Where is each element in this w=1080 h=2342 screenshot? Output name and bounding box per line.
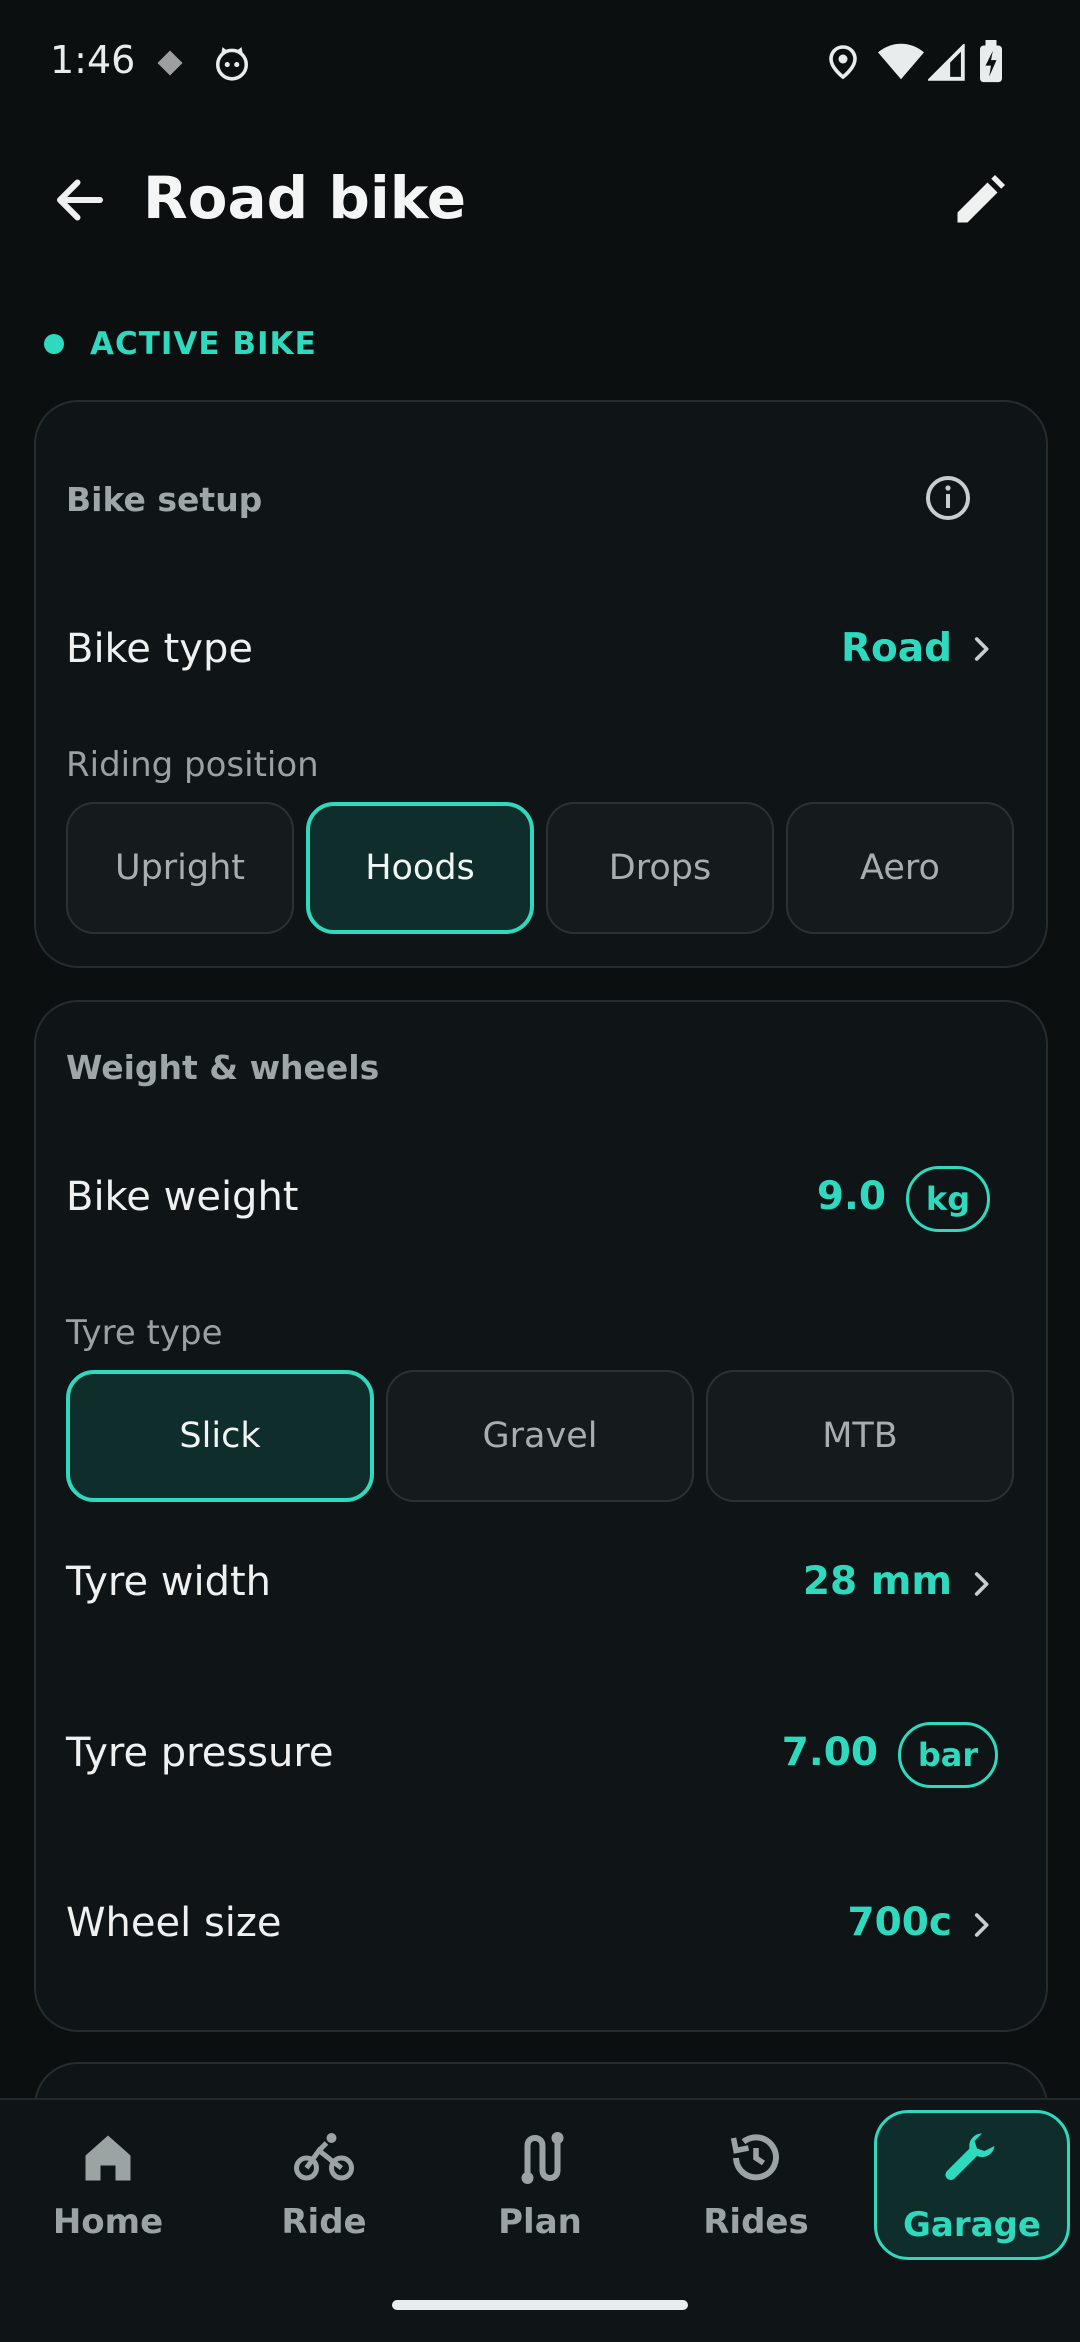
wheel-size-row[interactable]: Wheel size 700c xyxy=(36,1876,1042,1976)
wheel-size-value: 700c xyxy=(847,1900,952,1945)
wheel-size-label: Wheel size xyxy=(66,1900,282,1946)
tyre-width-label: Tyre width xyxy=(66,1559,272,1605)
status-bar: 1:46 xyxy=(0,0,1080,130)
nav-rides-label: Rides xyxy=(703,2202,809,2242)
chevron-right-icon xyxy=(974,1913,989,1937)
bike-setup-title: Bike setup xyxy=(66,480,263,519)
chevron-right-icon xyxy=(974,1572,989,1596)
nav-ride[interactable]: Ride xyxy=(226,2110,422,2260)
nav-ride-label: Ride xyxy=(281,2202,367,2242)
location-icon xyxy=(829,45,857,80)
wifi-icon xyxy=(878,43,924,80)
bike-weight-label: Bike weight xyxy=(66,1174,299,1220)
weight-wheels-title: Weight & wheels xyxy=(66,1048,380,1087)
back-arrow-icon[interactable] xyxy=(50,170,110,230)
home-indicator[interactable] xyxy=(392,2300,688,2310)
tyre-gravel[interactable]: Gravel xyxy=(386,1370,694,1502)
bike-weight-unit[interactable]: kg xyxy=(906,1166,990,1232)
cellular-icon xyxy=(928,44,965,81)
bike-weight-row: Bike weight 9.0 kg xyxy=(36,1150,1042,1250)
route-icon xyxy=(521,2132,564,2184)
tyre-pressure-row: Tyre pressure 7.00 bar xyxy=(36,1706,1042,1806)
position-aero[interactable]: Aero xyxy=(786,802,1014,934)
wrench-icon xyxy=(945,2133,995,2181)
nav-plan-label: Plan xyxy=(498,2202,582,2242)
position-drops[interactable]: Drops xyxy=(546,802,774,934)
nav-rides[interactable]: Rides xyxy=(658,2110,854,2260)
bike-type-row[interactable]: Bike type Road xyxy=(36,600,1042,700)
tyre-width-row[interactable]: Tyre width 28 mm xyxy=(36,1535,1042,1635)
nav-garage[interactable]: Garage xyxy=(874,2110,1070,2260)
edit-pencil-icon[interactable] xyxy=(950,170,1010,230)
tyre-width-value: 28 mm xyxy=(802,1559,952,1604)
home-icon xyxy=(85,2135,131,2181)
active-bike-label: ACTIVE BIKE xyxy=(90,326,317,362)
nav-home[interactable]: Home xyxy=(10,2110,206,2260)
info-icon[interactable] xyxy=(924,474,972,522)
bike-weight-value[interactable]: 9.0 xyxy=(817,1174,886,1219)
riding-position-label: Riding position xyxy=(66,745,319,785)
status-time: 1:46 xyxy=(50,38,136,82)
history-icon xyxy=(730,2134,779,2181)
tyre-slick[interactable]: Slick xyxy=(66,1370,374,1502)
cat-notification-icon xyxy=(216,47,248,81)
nav-plan[interactable]: Plan xyxy=(442,2110,638,2260)
nav-home-label: Home xyxy=(52,2202,164,2242)
tyre-pressure-value[interactable]: 7.00 xyxy=(782,1730,878,1775)
bike-type-label: Bike type xyxy=(66,626,253,672)
active-bike-indicator: ACTIVE BIKE xyxy=(44,324,317,364)
battery-icon xyxy=(980,40,1002,83)
chevron-right-icon xyxy=(974,637,989,661)
bike-icon xyxy=(294,2133,354,2181)
tyre-mtb[interactable]: MTB xyxy=(706,1370,1014,1502)
tyre-pressure-label: Tyre pressure xyxy=(66,1730,334,1776)
tyre-pressure-unit[interactable]: bar xyxy=(898,1722,998,1788)
nav-garage-label: Garage xyxy=(903,2205,1041,2245)
tyre-type-label: Tyre type xyxy=(66,1313,223,1353)
active-dot xyxy=(44,334,64,354)
bike-type-value: Road xyxy=(840,626,952,671)
position-hoods[interactable]: Hoods xyxy=(306,802,534,934)
diamond-notification-icon xyxy=(157,50,183,76)
page-title: Road bike xyxy=(143,164,467,232)
position-upright[interactable]: Upright xyxy=(66,802,294,934)
